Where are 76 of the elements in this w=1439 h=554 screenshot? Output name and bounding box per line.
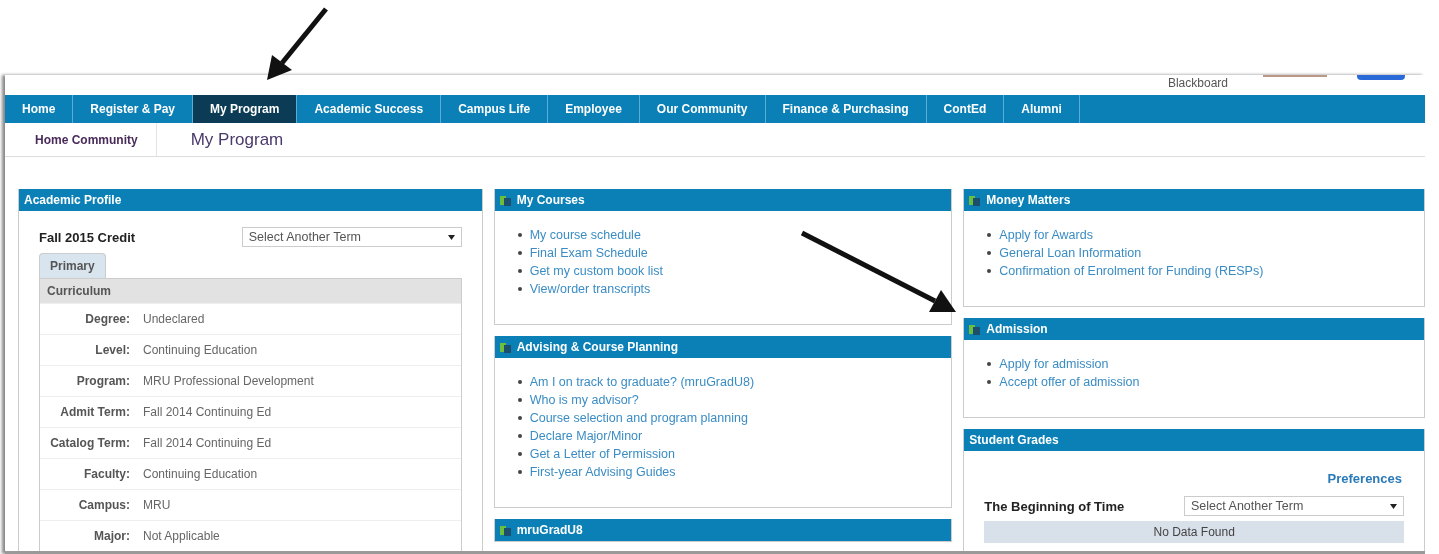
field-value: Fall 2014 Continuing Ed: [143, 405, 272, 419]
nav-tab[interactable]: Employee: [548, 95, 640, 123]
bullet-icon: [987, 362, 992, 366]
caret-icon: [1390, 503, 1397, 509]
partial-button[interactable]: [1357, 75, 1405, 80]
section-header: Curriculum: [40, 279, 461, 303]
term-title: The Beginning of Time: [984, 498, 1125, 514]
link[interactable]: Am I on track to graduate? (mruGradU8): [529, 375, 755, 389]
field-value: MRU Professional Development: [143, 374, 314, 388]
link[interactable]: View/order transcripts: [529, 282, 651, 296]
panel-title: Advising & Course Planning: [516, 340, 679, 354]
bullet-icon: [517, 251, 522, 255]
field-value: Fall 2014 Continuing Ed: [143, 436, 272, 450]
link[interactable]: Get my custom book list: [529, 264, 664, 278]
bullet-icon: [517, 380, 522, 384]
bullet-icon: [987, 380, 992, 384]
nav-tab[interactable]: Academic Success: [297, 95, 442, 123]
field-value: Undeclared: [143, 312, 205, 326]
link[interactable]: Declare Major/Minor: [529, 429, 643, 443]
field-label: Admit Term:: [59, 405, 131, 419]
link[interactable]: Course selection and program planning: [529, 411, 748, 425]
panel-title: Admission: [986, 322, 1048, 336]
panel-title: Academic Profile: [24, 193, 122, 207]
term-dropdown[interactable]: Select Another Term: [1184, 496, 1404, 516]
field-value: MRU: [143, 498, 171, 512]
caret-icon: [447, 234, 455, 240]
profile-tab[interactable]: Primary: [39, 253, 106, 278]
bullet-icon: [517, 416, 522, 420]
bullet-icon: [517, 269, 522, 273]
nav-tab[interactable]: Alumni: [1004, 95, 1080, 123]
bullet-icon: [517, 287, 522, 291]
bullet-icon: [517, 470, 522, 474]
term-title: Fall 2015 Credit: [39, 229, 136, 245]
page-title: My Program: [190, 129, 284, 150]
panel-title: mruGradU8: [516, 523, 583, 537]
field-label: Major:: [93, 529, 131, 543]
nav-tab[interactable]: Home: [5, 95, 74, 123]
link[interactable]: Final Exam Schedule: [529, 246, 648, 260]
field-value: Continuing Education: [143, 343, 258, 357]
panel-title: Student Grades: [969, 433, 1059, 447]
link[interactable]: Get a Letter of Permission: [529, 447, 675, 461]
field-label: Program:: [75, 374, 131, 388]
nav-tab[interactable]: My Program: [193, 95, 298, 123]
bullet-icon: [517, 452, 522, 456]
bullet-icon: [987, 269, 992, 273]
field-label: Faculty:: [83, 467, 131, 481]
field-value: Continuing Education: [143, 467, 258, 481]
blackboard-link[interactable]: Blackboard: [1167, 76, 1228, 90]
bullet-icon: [987, 233, 992, 237]
bullet-icon: [517, 233, 522, 237]
breadcrumb-link[interactable]: Home Community: [5, 123, 157, 156]
field-label: Level:: [94, 343, 131, 357]
link[interactable]: Who is my advisor?: [529, 393, 639, 407]
link[interactable]: Accept offer of admission: [999, 375, 1140, 389]
link[interactable]: First-year Advising Guides: [529, 465, 676, 479]
nav-tab[interactable]: Campus Life: [441, 95, 549, 123]
bullet-icon: [987, 251, 992, 255]
field-label: Campus:: [77, 498, 131, 512]
link[interactable]: Apply for admission: [999, 357, 1109, 371]
panel-title: My Courses: [516, 193, 585, 207]
nav-tab[interactable]: ContEd: [926, 95, 1005, 123]
nav-tab[interactable]: Our Community: [639, 95, 766, 123]
panel-title: Money Matters: [986, 193, 1071, 207]
bullet-icon: [517, 434, 522, 438]
preferences-link[interactable]: Preferences: [1327, 471, 1402, 486]
term-dropdown[interactable]: Select Another Term: [241, 227, 462, 247]
nav-tab[interactable]: Finance & Purchasing: [765, 95, 927, 123]
field-value: Not Applicable: [143, 529, 220, 543]
field-label: Degree:: [84, 312, 131, 326]
field-label: Catalog Term:: [49, 436, 131, 450]
link[interactable]: Confirmation of Enrolment for Funding (RESPs): [999, 264, 1264, 278]
link[interactable]: General Loan Information: [999, 246, 1142, 260]
empty-message: No Data Found: [984, 521, 1404, 543]
link[interactable]: My course schedule: [529, 228, 641, 242]
bullet-icon: [517, 398, 522, 402]
link[interactable]: Apply for Awards: [999, 228, 1093, 242]
